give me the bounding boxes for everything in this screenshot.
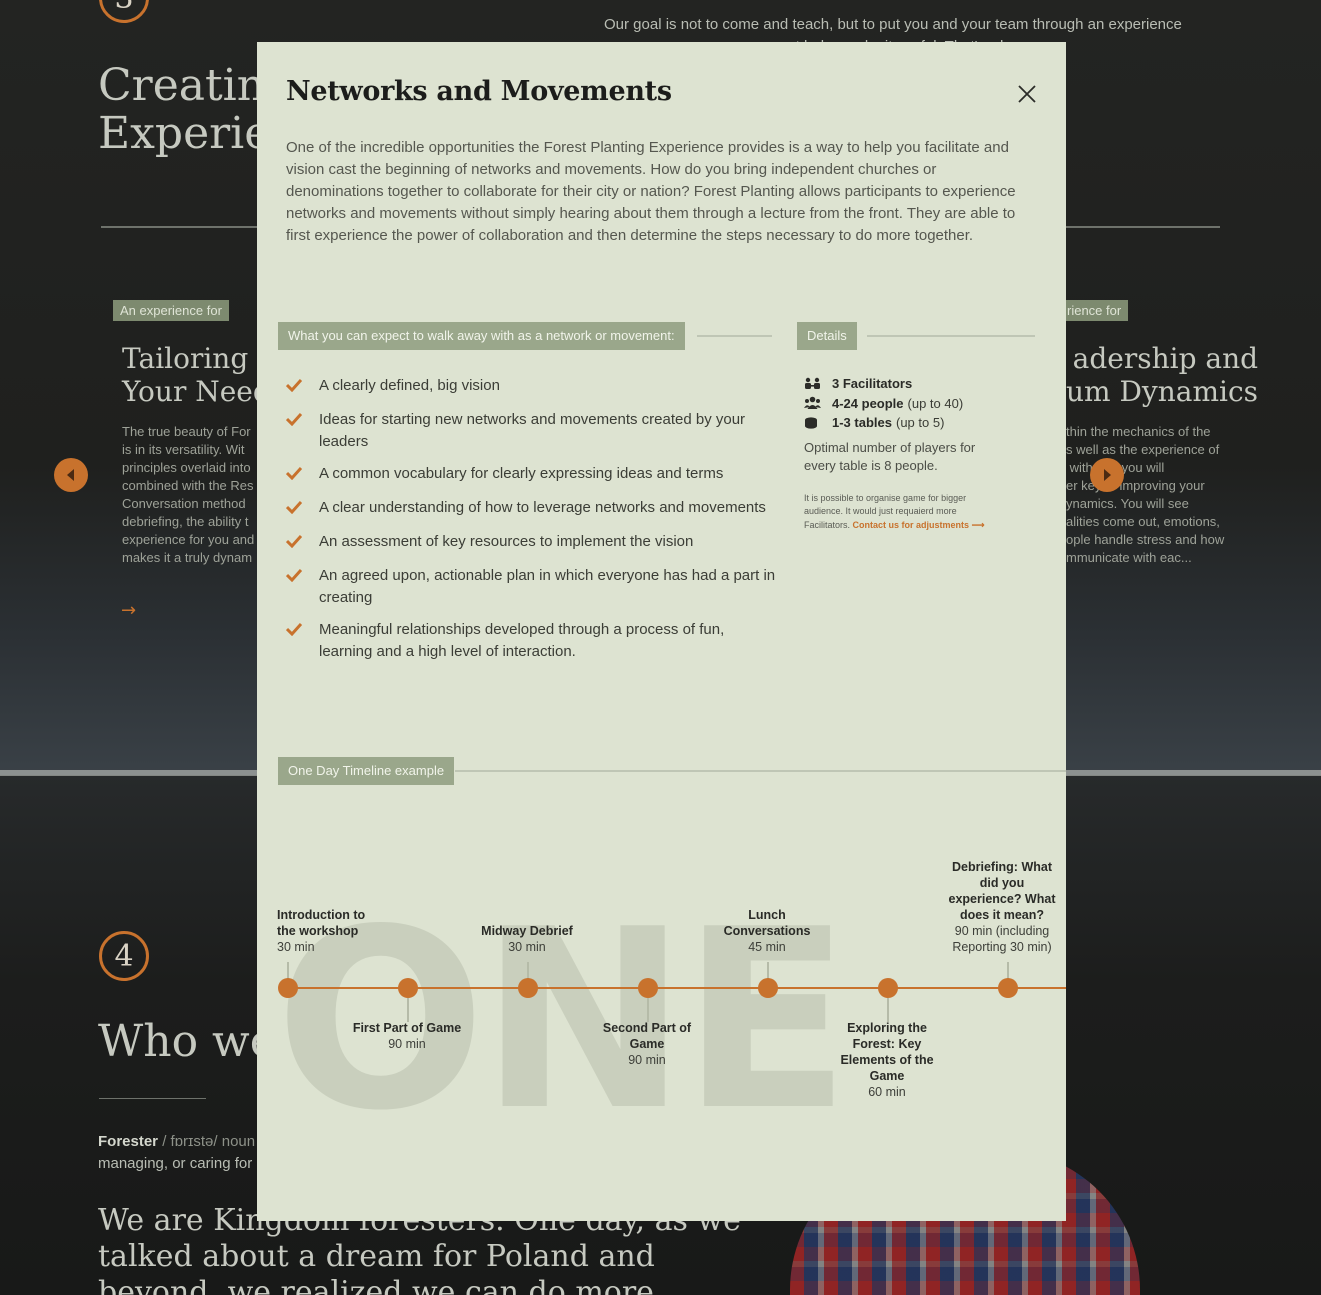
- chevron-right-icon: [1104, 469, 1111, 481]
- timeline-event-3: Midway Debrief 30 min: [481, 924, 573, 954]
- timeline-stem: [887, 998, 889, 1022]
- benefits-list: A clearly defined, big vision Ideas for …: [285, 375, 776, 673]
- timeline-dot[interactable]: [518, 978, 538, 998]
- modal-title: Networks and Movements: [286, 76, 672, 107]
- table-icon: [805, 417, 817, 429]
- timeline-tag: One Day Timeline example: [278, 757, 455, 785]
- timeline-event-5: Lunch Conversations 45 min: [723, 908, 811, 954]
- list-item: An assessment of key resources to implem…: [285, 531, 776, 555]
- step-4-rule: [99, 1098, 206, 1099]
- check-icon: [285, 568, 303, 583]
- benefits-tag: What you can expect to walk away with as…: [278, 322, 685, 350]
- details-tag: Details: [797, 322, 857, 350]
- timeline-dot[interactable]: [638, 978, 658, 998]
- card-right-tag: rience for: [1060, 300, 1129, 321]
- tables-row: 1-3 tables (up to 5): [804, 413, 1014, 433]
- details-panel: 3 Facilitators 4-24 people (up to 40) 1-3…: [804, 374, 1014, 532]
- optimal-players-note: Optimal number of players for every tabl…: [804, 439, 976, 473]
- chevron-left-icon: [67, 469, 74, 481]
- forester-word: Forester: [98, 1133, 159, 1150]
- list-item: Ideas for starting new networks and move…: [285, 409, 776, 453]
- close-icon: [1018, 85, 1036, 103]
- people-row: 4-24 people (up to 40): [804, 394, 1014, 414]
- timeline-dot[interactable]: [278, 978, 298, 998]
- arrow-right-icon: ⟶: [971, 519, 985, 530]
- forester-line-2: managing, or caring for: [98, 1155, 253, 1172]
- timeline-event-6: Exploring the Forest: Key Elements of th…: [840, 1021, 934, 1099]
- step-4-badge: 4: [99, 931, 149, 981]
- forester-definition: Forester / fɒrɪstə/ noun managing, or ca…: [98, 1131, 255, 1175]
- carousel-next-button[interactable]: [1090, 458, 1124, 492]
- timeline-event-2: First Part of Game 90 min: [352, 1021, 462, 1051]
- timeline-dot[interactable]: [398, 978, 418, 998]
- bigger-audience-note: It is possible to organise game for bigg…: [804, 492, 985, 530]
- card-right-title: adership and um Dynamics: [1066, 342, 1259, 408]
- timeline-dot[interactable]: [998, 978, 1018, 998]
- check-icon: [285, 534, 303, 549]
- timeline-dot[interactable]: [758, 978, 778, 998]
- timeline-tag-line: [455, 770, 1066, 772]
- contact-adjustments-link[interactable]: Contact us for adjustments ⟶: [853, 520, 985, 530]
- list-item: A common vocabulary for clearly expressi…: [285, 463, 776, 487]
- check-icon: [285, 500, 303, 515]
- timeline-event-1: Introduction to the workshop 30 min: [277, 908, 366, 954]
- card-right-text: thin the mechanics of the s well as the …: [1066, 424, 1225, 565]
- check-icon: [285, 412, 303, 427]
- modal-intro: One of the incredible opportunities the …: [286, 139, 1016, 244]
- card-left-more-arrow[interactable]: →: [121, 600, 136, 621]
- card-left-title: Tailoring t Your Need: [122, 342, 271, 408]
- check-icon: [285, 466, 303, 481]
- list-item: A clearly defined, big vision: [285, 375, 776, 399]
- facilitators-row: 3 Facilitators: [804, 374, 1014, 394]
- check-icon: [285, 378, 303, 393]
- list-item: Meaningful relationships developed throu…: [285, 619, 776, 663]
- benefits-tag-line: [697, 335, 772, 337]
- list-item: An agreed upon, actionable plan in which…: [285, 565, 776, 609]
- close-button[interactable]: [1015, 82, 1039, 106]
- forester-pronunciation: / fɒrɪstə/ noun: [158, 1133, 256, 1150]
- timeline-event-4: Second Part of Game 90 min: [602, 1021, 692, 1067]
- timeline-stem: [407, 998, 409, 1022]
- users-icon: [804, 396, 821, 410]
- timeline-stem: [647, 998, 649, 1022]
- card-left-tag: An experience for: [113, 300, 229, 321]
- check-icon: [285, 622, 303, 637]
- networks-modal: Networks and Movements One of the incred…: [257, 42, 1066, 1221]
- timeline-dot[interactable]: [878, 978, 898, 998]
- details-tag-line: [867, 335, 1035, 337]
- timeline-event-7: Debriefing: What did you experience? Wha…: [948, 860, 1056, 954]
- facilitators-icon: [805, 377, 820, 389]
- card-left-text: The true beauty of For is in its versati…: [122, 424, 255, 565]
- list-item: A clear understanding of how to leverage…: [285, 497, 776, 521]
- step-4-heading: Who we: [98, 1016, 276, 1067]
- carousel-prev-button[interactable]: [54, 458, 88, 492]
